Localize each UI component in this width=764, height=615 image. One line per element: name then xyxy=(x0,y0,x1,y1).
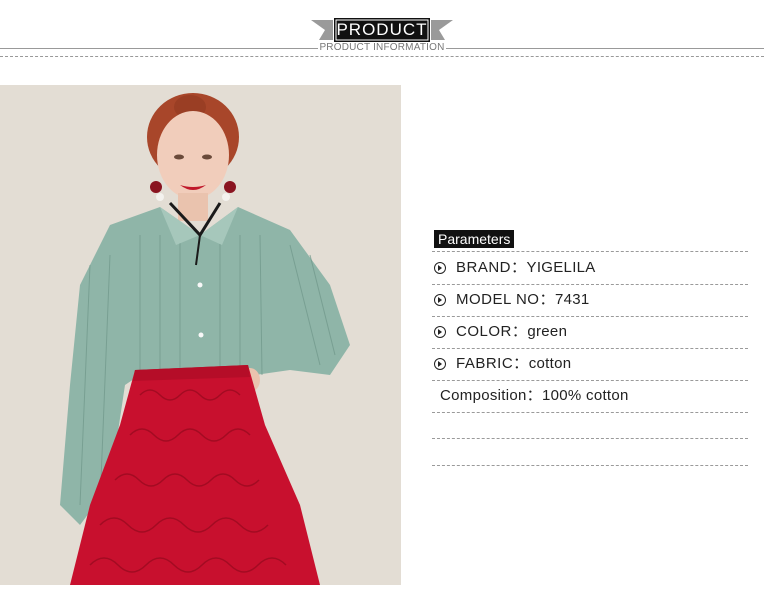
composition-value: 100% cotton xyxy=(541,387,629,404)
banner-title: PRODUCT xyxy=(336,20,428,39)
dashed-divider xyxy=(0,56,764,57)
param-row-composition: Composition：100% cotton xyxy=(432,380,748,413)
param-label: COLOR： xyxy=(456,323,528,340)
param-label: MODEL NO： xyxy=(456,291,555,308)
model-illustration xyxy=(0,85,401,585)
param-row-brand: BRAND：YIGELILA xyxy=(432,252,748,285)
param-row-fabric: FABRIC：cotton xyxy=(432,348,748,381)
param-label: FABRIC： xyxy=(456,355,529,372)
parameters-heading: Parameters xyxy=(434,230,515,248)
arrow-bullet-icon xyxy=(434,262,446,274)
param-value: YIGELILA xyxy=(526,259,596,276)
composition-label: Composition： xyxy=(440,387,542,404)
param-value: 7431 xyxy=(554,291,590,308)
arrow-bullet-icon xyxy=(434,294,446,306)
arrow-bullet-icon xyxy=(434,358,446,370)
banner-subtitle: PRODUCT INFORMATION xyxy=(318,42,446,54)
param-label: BRAND： xyxy=(456,259,527,276)
param-row-color: COLOR：green xyxy=(432,316,748,349)
param-row-empty xyxy=(432,439,748,466)
product-banner: PRODUCT xyxy=(311,18,453,42)
arrow-bullet-icon xyxy=(434,326,446,338)
param-row-model: MODEL NO：7431 xyxy=(432,284,748,317)
product-photo xyxy=(0,85,401,585)
param-value: green xyxy=(527,323,568,340)
param-value: cotton xyxy=(528,355,572,372)
product-header: PRODUCT PRODUCT INFORMATION xyxy=(0,0,764,60)
param-row-empty xyxy=(432,412,748,439)
